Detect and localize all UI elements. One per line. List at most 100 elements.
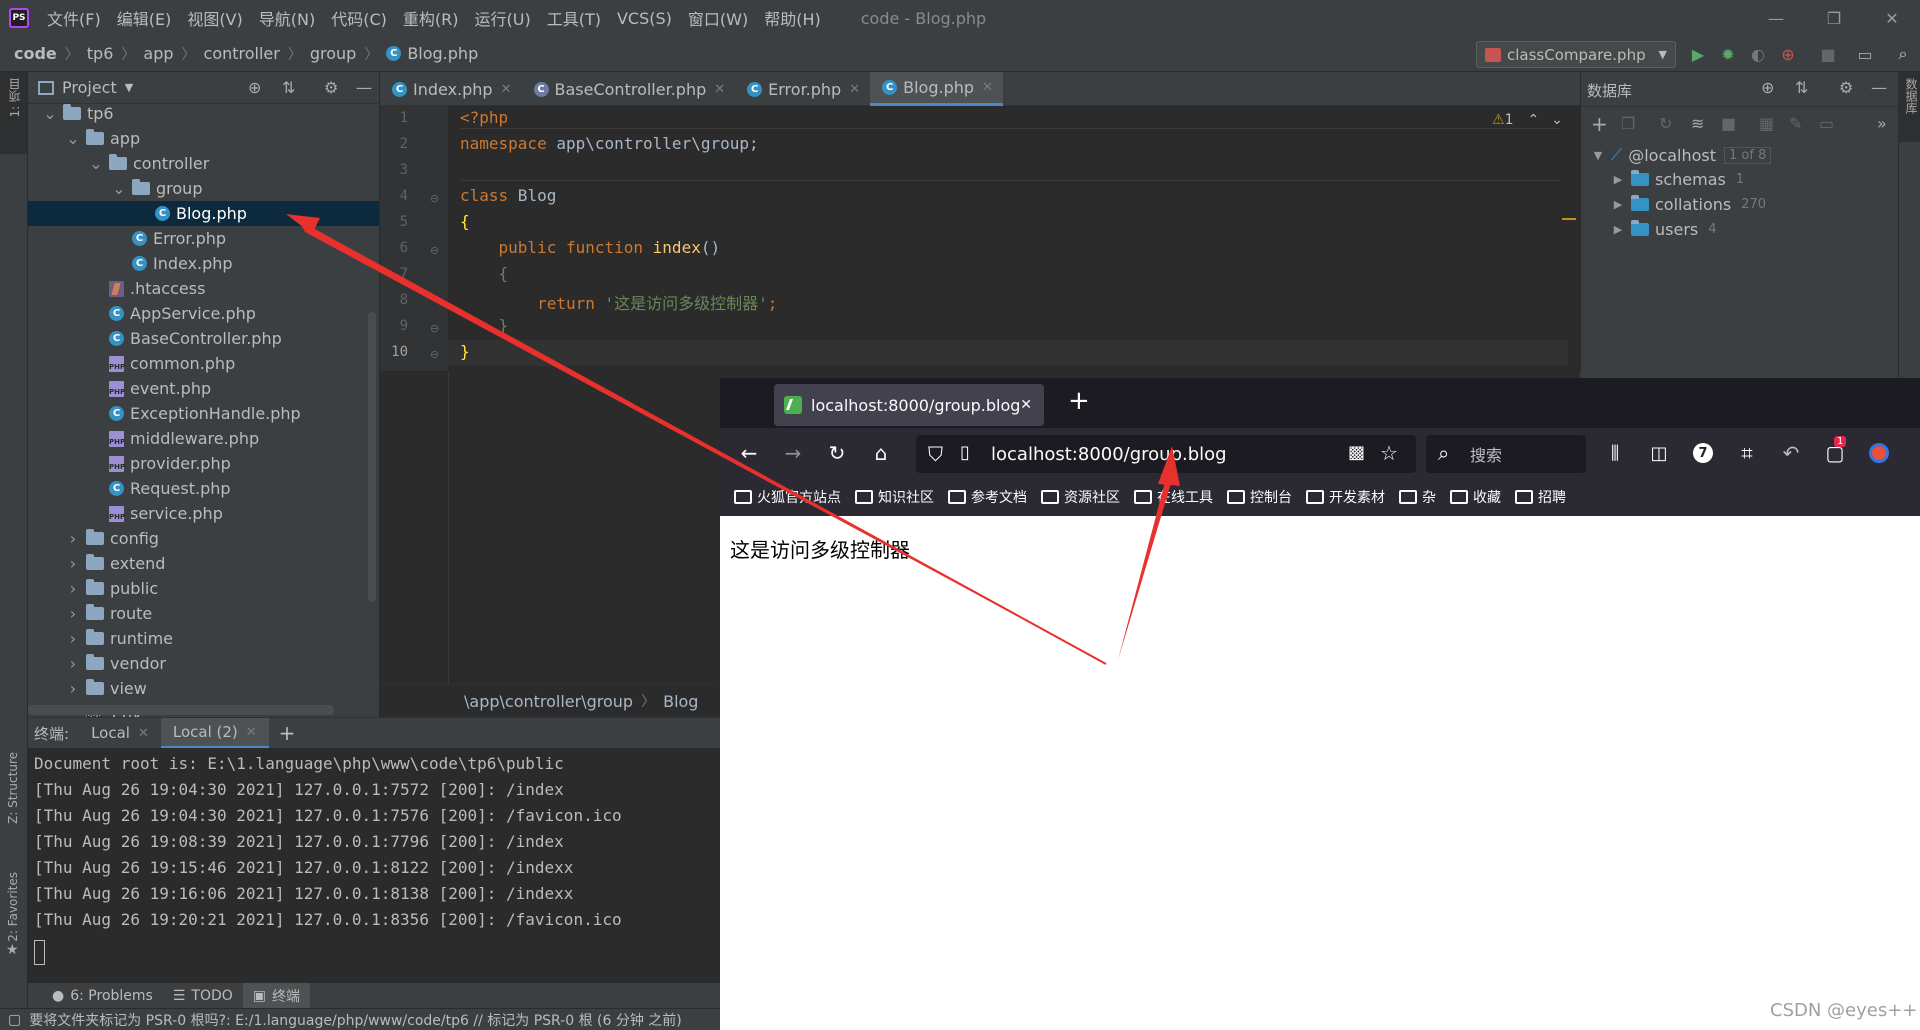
favorites-tool-label[interactable]: 2: Favorites — [6, 872, 20, 942]
menu-view[interactable]: 视图(V) — [179, 6, 250, 30]
menu-refactor[interactable]: 重构(R) — [395, 6, 467, 30]
toggle-tool-windows-icon[interactable]: ▢ — [8, 1012, 21, 1028]
inspection-widget[interactable]: ⚠1 ⌃ ⌄ — [1492, 112, 1563, 128]
chevron-down-icon[interactable]: ▼ — [1591, 149, 1605, 162]
breadcrumb-app[interactable]: app — [143, 44, 173, 63]
tree-item[interactable]: C Blog.php — [28, 201, 379, 226]
shield-icon[interactable]: ⛉ — [928, 442, 943, 466]
chevron-down-icon[interactable]: ▼ — [125, 81, 133, 94]
chevron-right-icon[interactable]: ▶ — [1611, 223, 1625, 236]
breadcrumb-tp6[interactable]: tp6 — [87, 44, 114, 63]
tree-item[interactable]: ⌄ controller — [28, 151, 379, 176]
menu-run[interactable]: 运行(U) — [467, 6, 539, 30]
db-item-schemas[interactable]: ▶ schemas 1 — [1611, 170, 1744, 189]
collapse-all-icon[interactable]: ⇅ — [1795, 78, 1808, 97]
bookmark-folder[interactable]: 资源社区 — [1041, 487, 1120, 507]
code-line-8[interactable]: return '这是访问多级控制器'; — [460, 290, 777, 314]
db-host-row[interactable]: ▼ ⟋ @localhost 1 of 8 — [1591, 145, 1772, 165]
screenshot-icon[interactable]: ⌗ — [1734, 440, 1760, 466]
tree-item[interactable]: › vendor — [28, 651, 379, 676]
close-icon[interactable]: ✕ — [501, 82, 512, 97]
tree-item[interactable]: PHP common.php — [28, 351, 379, 376]
code-line-5[interactable]: { — [460, 212, 470, 231]
close-icon[interactable]: ✕ — [982, 80, 993, 95]
close-icon[interactable]: ✕ — [138, 726, 149, 741]
tab-error-php[interactable]: C Error.php ✕ — [735, 72, 870, 106]
tree-item[interactable]: ⌄ group — [28, 176, 379, 201]
tree-item[interactable]: C Index.php — [28, 251, 379, 276]
bookmark-folder[interactable]: 杂 — [1399, 487, 1436, 507]
tab-todo[interactable]: ☰ TODO — [163, 983, 243, 1009]
locate-icon[interactable]: ⊕ — [1761, 78, 1774, 97]
bookmark-folder[interactable]: 收藏 — [1450, 487, 1501, 507]
code-line-9[interactable]: } — [460, 316, 509, 335]
bookmark-folder[interactable]: 招聘 — [1515, 487, 1566, 507]
profile-avatar[interactable] — [1866, 440, 1892, 466]
menu-edit[interactable]: 编辑(E) — [109, 6, 180, 30]
home-icon[interactable]: ⌂ — [868, 440, 894, 466]
close-icon[interactable]: ✕ — [714, 82, 725, 97]
back-icon[interactable]: ← — [736, 440, 762, 466]
chevron-right-icon[interactable]: › — [66, 529, 80, 548]
tree-item[interactable]: PHP provider.php — [28, 451, 379, 476]
restore-icon[interactable]: ❐ — [1806, 0, 1862, 36]
breadcrumb-blog[interactable]: Blog.php — [407, 44, 478, 63]
tree-item[interactable]: PHP middleware.php — [28, 426, 379, 451]
search-everywhere-icon[interactable]: ⌕ — [1893, 44, 1913, 64]
tree-item[interactable]: › extend — [28, 551, 379, 576]
url-bar[interactable]: ⛉ ▯ localhost:8000/group.blog ▩ ☆ — [916, 435, 1416, 473]
new-tab-icon[interactable]: + — [1068, 386, 1090, 416]
close-icon[interactable]: ✕ — [849, 82, 860, 97]
tree-item[interactable]: ⌄ tp6 — [28, 101, 379, 126]
code-line-6[interactable]: public function index() — [460, 238, 721, 257]
bookmark-folder[interactable]: 控制台 — [1227, 487, 1292, 507]
tree-item[interactable]: › runtime — [28, 626, 379, 651]
chevron-right-icon[interactable]: › — [66, 654, 80, 673]
tree-item[interactable]: C Request.php — [28, 476, 379, 501]
close-tab-icon[interactable]: ✕ — [1020, 397, 1032, 413]
code-line-1[interactable]: <?php — [460, 108, 508, 127]
browser-tab-active[interactable]: localhost:8000/group.blog ✕ — [774, 384, 1044, 426]
menu-navigate[interactable]: 导航(N) — [251, 6, 323, 30]
menu-window[interactable]: 窗口(W) — [680, 6, 756, 30]
collapse-all-icon[interactable]: ⇅ — [282, 78, 295, 97]
bookmark-folder[interactable]: 知识社区 — [855, 487, 934, 507]
chevron-right-icon[interactable]: ▶ — [1611, 198, 1625, 211]
chevron-down-icon[interactable]: ⌄ — [112, 179, 126, 198]
tab-basecontroller-php[interactable]: C BaseController.php ✕ — [522, 72, 736, 106]
more-icon[interactable]: » — [1877, 114, 1887, 133]
chevron-right-icon[interactable]: ▶ — [1611, 173, 1625, 186]
tab-index-php[interactable]: C Index.php ✕ — [380, 72, 522, 106]
bookmark-star-icon[interactable]: ☆ — [1380, 441, 1398, 465]
fold-icon[interactable]: ⊖ — [430, 192, 439, 205]
add-terminal-icon[interactable]: + — [279, 721, 296, 745]
chevron-right-icon[interactable]: › — [66, 679, 80, 698]
hide-icon[interactable]: — — [1871, 78, 1887, 97]
library-icon[interactable]: ⫼ — [1602, 440, 1628, 466]
breadcrumb-controller[interactable]: controller — [204, 44, 280, 63]
code-line-7[interactable]: { — [460, 264, 509, 283]
code-line-10[interactable]: } — [460, 342, 470, 361]
db-item-collations[interactable]: ▶ collations 270 — [1611, 195, 1766, 214]
stop-icon[interactable]: ■ — [1721, 114, 1736, 133]
chevron-right-icon[interactable]: › — [66, 579, 80, 598]
menu-vcs[interactable]: VCS(S) — [609, 9, 680, 28]
chevron-down-icon[interactable]: ⌄ — [43, 104, 57, 123]
terminal-tab-local[interactable]: Local ✕ — [79, 718, 161, 748]
chevron-down-icon[interactable]: ⌄ — [1551, 112, 1563, 128]
breadcrumb-class[interactable]: Blog — [663, 692, 698, 711]
search-input[interactable]: ⌕ 搜索 — [1426, 435, 1586, 473]
extension-badge-icon[interactable]: ▢ 1 — [1822, 436, 1848, 466]
extension-icon[interactable]: 7 — [1690, 440, 1716, 466]
edit-icon[interactable]: ✎ — [1789, 114, 1802, 133]
coverage-icon[interactable]: ◐ — [1748, 44, 1768, 64]
gear-icon[interactable]: ⚙ — [324, 78, 338, 97]
menu-file[interactable]: 文件(F) — [39, 6, 109, 30]
reload-icon[interactable]: ↻ — [824, 440, 850, 466]
hide-icon[interactable]: — — [356, 78, 372, 97]
stop-icon[interactable]: ■ — [1818, 44, 1838, 64]
bookmark-folder[interactable]: 火狐官方站点 — [734, 487, 841, 507]
tree-item[interactable]: .htaccess — [28, 276, 379, 301]
forward-icon[interactable]: → — [780, 440, 806, 466]
chevron-right-icon[interactable]: › — [66, 604, 80, 623]
